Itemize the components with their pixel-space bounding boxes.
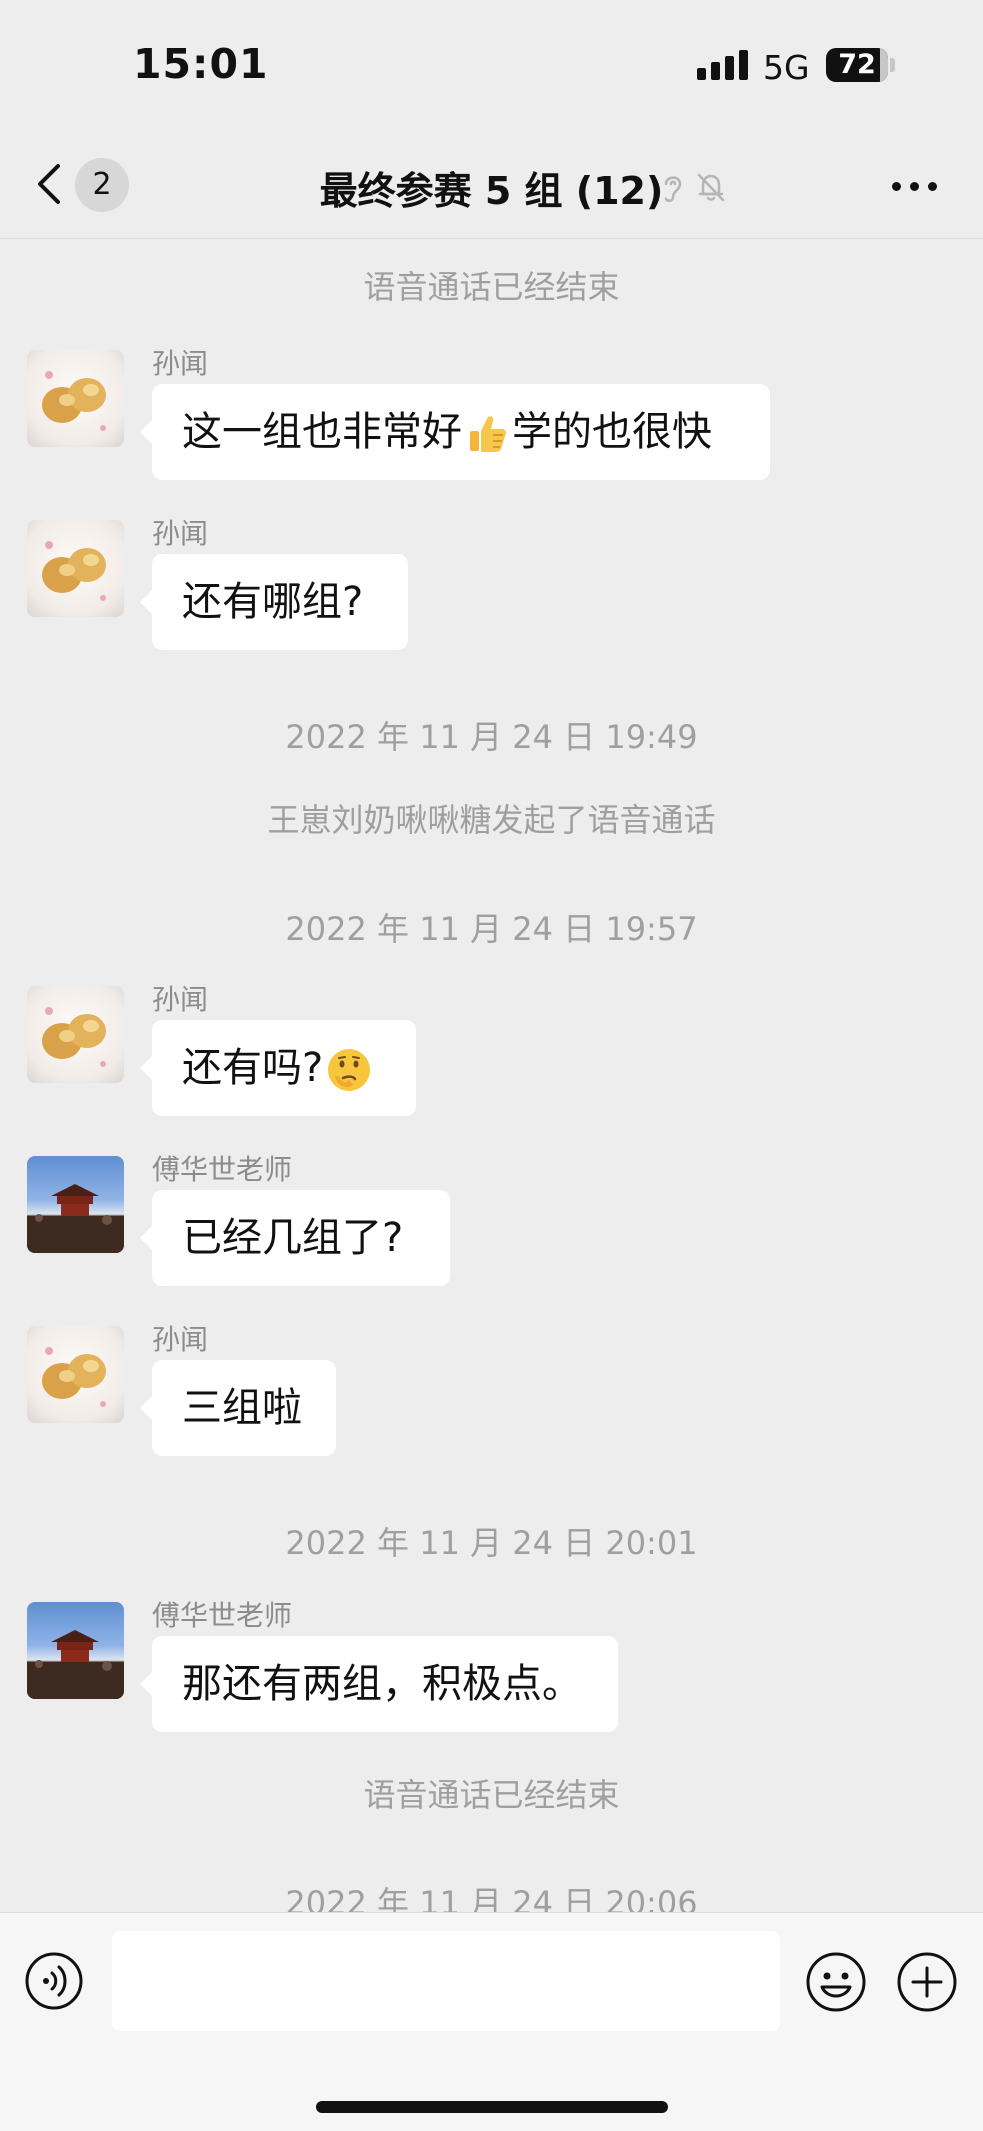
more-options-icon[interactable] [890,182,940,192]
timestamp: 2022 年 11 月 24 日 20:01 [285,1524,698,1562]
sender-name: 孙闻 [152,983,209,1016]
message-text: 已经几组了? [182,1215,404,1261]
message-text: 学的也很快 [512,409,712,455]
message-bubble[interactable]: 那还有两组，积极点。 [140,1636,618,1732]
message-bubble[interactable]: 还有哪组? [140,554,408,650]
avatar[interactable] [27,1156,124,1253]
message-bubble[interactable]: 还有吗? [140,1020,416,1116]
home-indicator[interactable] [316,2101,668,2113]
timestamp: 2022 年 11 月 24 日 19:49 [285,718,698,756]
network-type: 5G [763,48,810,87]
sender-name: 孙闻 [152,1323,209,1356]
avatar[interactable] [27,1602,124,1699]
status-bar: 15:01 5G 72 [0,0,983,130]
chat-title: 最终参赛 5 组 (12) [319,169,664,213]
battery-icon: 72 [826,48,888,82]
avatar[interactable] [27,1326,124,1423]
bread-photo-icon [42,1347,106,1407]
sender-name: 傅华世老师 [152,1599,293,1632]
system-message: 语音通话已经结束 [363,268,620,306]
message-bubble[interactable]: 已经几组了? [140,1190,450,1286]
bread-photo-icon [42,1007,106,1067]
ear-icon [664,176,682,202]
message-text: 三组啦 [182,1385,302,1431]
system-message: 王崽刘奶啾啾糖发起了语音通话 [267,801,716,839]
bread-photo-icon [42,541,106,601]
landmark-photo-icon [27,1630,124,1699]
battery-level: 72 [838,49,876,80]
message-text: 还有吗? [182,1045,324,1091]
avatar[interactable] [27,350,124,447]
chat-header: 2 最终参赛 5 组 (12) [0,130,983,239]
input-bar [0,1912,983,2131]
muted-bell-icon [697,173,725,202]
thinking-face-icon [328,1049,371,1091]
system-message: 语音通话已经结束 [363,1776,620,1814]
bread-photo-icon [42,371,106,431]
timestamp: 2022 年 11 月 24 日 19:57 [285,910,698,948]
message-input[interactable] [112,1931,780,2031]
sender-name: 孙闻 [152,517,209,550]
message-bubble[interactable]: 这一组也非常好 学的也很快 [140,384,770,480]
status-time: 15:01 [133,40,269,88]
battery-tip [890,58,895,72]
landmark-photo-icon [27,1184,124,1253]
avatar[interactable] [27,520,124,617]
sender-name: 孙闻 [152,347,209,380]
signal-icon [697,50,749,80]
thumbs-up-icon [470,416,506,452]
plus-icon[interactable] [896,1951,958,2013]
message-text: 还有哪组? [182,579,364,625]
emoji-icon[interactable] [805,1951,867,2013]
message-text: 那还有两组，积极点。 [182,1661,582,1707]
message-bubble[interactable]: 三组啦 [140,1360,336,1456]
sender-name: 傅华世老师 [152,1153,293,1186]
voice-input-icon[interactable] [24,1951,84,2011]
message-text: 这一组也非常好 [182,409,462,455]
avatar[interactable] [27,986,124,1083]
